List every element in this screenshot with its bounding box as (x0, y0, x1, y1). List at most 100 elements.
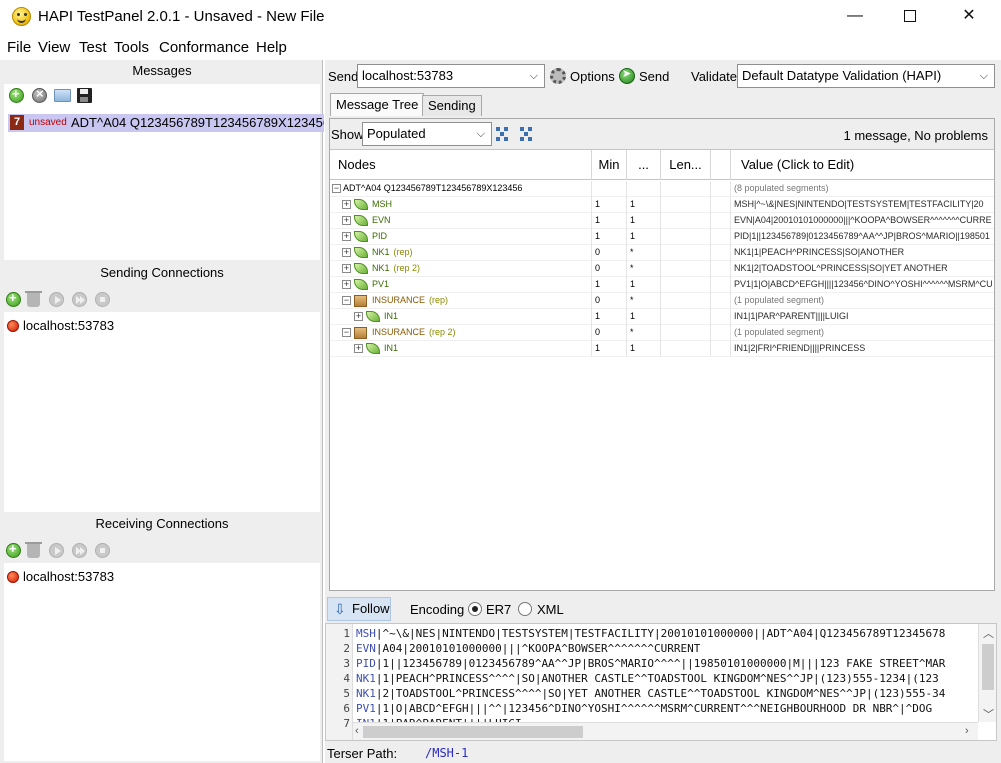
add-message-icon[interactable] (9, 86, 24, 103)
expand-icon[interactable]: + (354, 344, 363, 353)
terser-path-value[interactable]: /MSH-1 (425, 746, 468, 760)
collapse-icon[interactable]: − (342, 296, 351, 305)
expand-icon[interactable]: + (342, 232, 351, 241)
fast-forward-icon[interactable] (72, 292, 87, 307)
tree-row[interactable]: + PV1 1 1 PV1|1|O|ABCD^EFGH||||123456^DINO^Y… (330, 277, 994, 293)
expand-all-icon[interactable] (496, 127, 512, 141)
tab-sending[interactable]: Sending (422, 95, 482, 116)
tree-row[interactable]: + PID 1 1 PID|1||123456789|0123456789^AA^^JP… (330, 229, 994, 245)
menu-help[interactable]: Help (256, 39, 287, 56)
save-icon[interactable] (77, 88, 92, 103)
column-length[interactable]: Len... (661, 150, 711, 180)
segment-leaf-icon (366, 311, 380, 322)
message-list-item[interactable]: 7 unsaved ADT^A04 Q123456789T123456789X1… (8, 114, 324, 132)
send-target-select[interactable]: localhost:53783 ⌵ (357, 64, 545, 88)
tree-cell-len (661, 229, 711, 245)
er7-editor[interactable]: 1 2 3 4 5 6 7 MSH|^~\&|NES|NINTENDO|TESTSYSTEM… (325, 623, 997, 741)
er7-radio[interactable] (468, 602, 482, 616)
horizontal-scrollbar[interactable]: ‹ › (353, 722, 978, 740)
tree-cell-spacer (711, 245, 731, 261)
play-icon[interactable] (49, 543, 64, 558)
tree-root-row[interactable]: − ADT^A04 Q123456789T123456789X123456 (8 p… (330, 181, 994, 197)
scroll-up-icon[interactable]: ︿ (983, 625, 994, 641)
code-line[interactable]: PV1|1|O|ABCD^EFGH|||^^|123456^DINO^YOSHI… (356, 702, 932, 715)
tree-row[interactable]: + EVN 1 1 EVN|A04|20010101000000|||^KOOPA^BO… (330, 213, 994, 229)
tree-row[interactable]: − INSURANCE (rep 2) 0 * (1 populated segment) (330, 325, 994, 341)
tree-row[interactable]: + NK1 (rep) 0 * NK1|1|PEACH^PRINCESS|SO|ANOTH… (330, 245, 994, 261)
column-max[interactable]: ... (627, 150, 661, 180)
scroll-left-icon[interactable]: ‹ (355, 725, 359, 737)
vertical-scroll-thumb[interactable] (982, 644, 994, 690)
trash-icon[interactable] (25, 291, 42, 307)
maximize-button[interactable] (881, 0, 939, 34)
column-nodes[interactable]: Nodes (330, 150, 592, 180)
stop-icon[interactable] (95, 543, 110, 558)
stop-icon[interactable] (95, 292, 110, 307)
tree-cell-value[interactable]: IN1|2|FRI^FRIEND||||PRINCESS (734, 341, 992, 357)
tree-cell-min: 1 (592, 309, 627, 325)
tree-cell-value[interactable]: MSH|^~\&|NES|NINTENDO|TESTSYSTEM|TESTFAC… (734, 197, 992, 213)
show-filter-select[interactable]: Populated ⌵ (362, 122, 492, 146)
code-line[interactable]: NK1|1|PEACH^PRINCESS^^^^|SO|ANOTHER CAST… (356, 672, 939, 685)
follow-button[interactable]: Follow (327, 597, 391, 621)
expand-icon[interactable]: + (342, 200, 351, 209)
minimize-button[interactable]: — (826, 0, 884, 34)
xml-radio[interactable] (518, 602, 532, 616)
tab-message-tree[interactable]: Message Tree (330, 93, 425, 116)
tree-cell-value[interactable]: IN1|1|PAR^PARENT||||LUIGI (734, 309, 992, 325)
expand-icon[interactable]: + (354, 312, 363, 321)
sending-connection-item[interactable]: localhost:53783 (23, 318, 114, 333)
expand-icon[interactable]: + (342, 280, 351, 289)
expand-icon[interactable]: + (342, 248, 351, 257)
collapse-icon[interactable]: − (342, 328, 351, 337)
add-receiving-connection-icon[interactable] (6, 541, 21, 558)
options-button[interactable]: Options (570, 69, 615, 84)
tree-row[interactable]: + NK1 (rep 2) 0 * NK1|2|TOADSTOOL^PRINCESS|SO… (330, 261, 994, 277)
collapse-all-icon[interactable] (520, 127, 536, 141)
add-sending-connection-icon[interactable] (6, 290, 21, 307)
code-line[interactable]: NK1|2|TOADSTOOL^PRINCESS^^^^|SO|YET ANOT… (356, 687, 945, 700)
menu-tools[interactable]: Tools (114, 39, 149, 56)
tree-row[interactable]: + IN1 1 1 IN1|2|FRI^FRIEND||||PRINCESS (330, 341, 994, 357)
validation-select[interactable]: Default Datatype Validation (HAPI) ⌵ (737, 64, 995, 88)
expand-icon[interactable]: + (342, 264, 351, 273)
tree-row[interactable]: + IN1 1 1 IN1|1|PAR^PARENT||||LUIGI (330, 309, 994, 325)
column-min[interactable]: Min (592, 150, 627, 180)
gear-icon[interactable] (550, 68, 566, 84)
menu-test[interactable]: Test (79, 39, 107, 56)
tree-cell-value[interactable]: PV1|1|O|ABCD^EFGH||||123456^DINO^YOSHI^^… (734, 277, 992, 293)
tree-cell-value[interactable]: EVN|A04|20010101000000|||^KOOPA^BOWSER^^… (734, 213, 992, 229)
code-line[interactable]: PID|1||123456789|0123456789^AA^^JP|BROS^… (356, 657, 945, 670)
fast-forward-icon[interactable] (72, 543, 87, 558)
play-icon[interactable] (49, 292, 64, 307)
tree-row[interactable]: − INSURANCE (rep) 0 * (1 populated segment) (330, 293, 994, 309)
scroll-right-icon[interactable]: › (965, 725, 969, 737)
menu-conformance[interactable]: Conformance (159, 39, 249, 56)
close-button[interactable]: ✕ (940, 0, 998, 34)
send-button[interactable]: Send (639, 69, 669, 84)
tree-cell-value[interactable]: NK1|1|PEACH^PRINCESS|SO|ANOTHER (734, 245, 992, 261)
tree-cell-value[interactable]: NK1|2|TOADSTOOL^PRINCESS|SO|YET ANOTHER (734, 261, 992, 277)
expand-icon[interactable]: + (342, 216, 351, 225)
tree-cell-value[interactable]: (1 populated segment) (734, 325, 992, 341)
tree-cell-value[interactable]: PID|1||123456789|0123456789^AA^^JP|BROS^… (734, 229, 992, 245)
menu-file[interactable]: File (7, 39, 31, 56)
menu-bar: File View Test Tools Conformance Help (0, 36, 1001, 60)
menu-view[interactable]: View (38, 39, 70, 56)
code-line[interactable]: EVN|A04|20010101000000|||^KOOPA^BOWSER^^… (356, 642, 700, 655)
scroll-down-icon[interactable]: ﹀ (983, 706, 994, 722)
trash-icon[interactable] (25, 542, 42, 558)
remove-message-icon[interactable] (32, 86, 47, 103)
line-number: 5 (343, 687, 350, 700)
horizontal-scroll-thumb[interactable] (363, 726, 583, 738)
column-value[interactable]: Value (Click to Edit) (731, 150, 994, 180)
tree-cell-value[interactable]: (1 populated segment) (734, 293, 992, 309)
receiving-connection-item[interactable]: localhost:53783 (23, 569, 114, 584)
tree-node-label: IN1 (384, 343, 399, 353)
tree-row[interactable]: + MSH 1 1 MSH|^~\&|NES|NINTENDO|TESTSYSTEM|T… (330, 197, 994, 213)
vertical-scrollbar[interactable]: ︿ ﹀ (978, 624, 996, 722)
open-folder-icon[interactable] (54, 89, 71, 102)
send-icon[interactable] (619, 67, 635, 84)
collapse-icon[interactable]: − (332, 184, 341, 193)
code-line[interactable]: MSH|^~\&|NES|NINTENDO|TESTSYSTEM|TESTFAC… (356, 627, 945, 640)
